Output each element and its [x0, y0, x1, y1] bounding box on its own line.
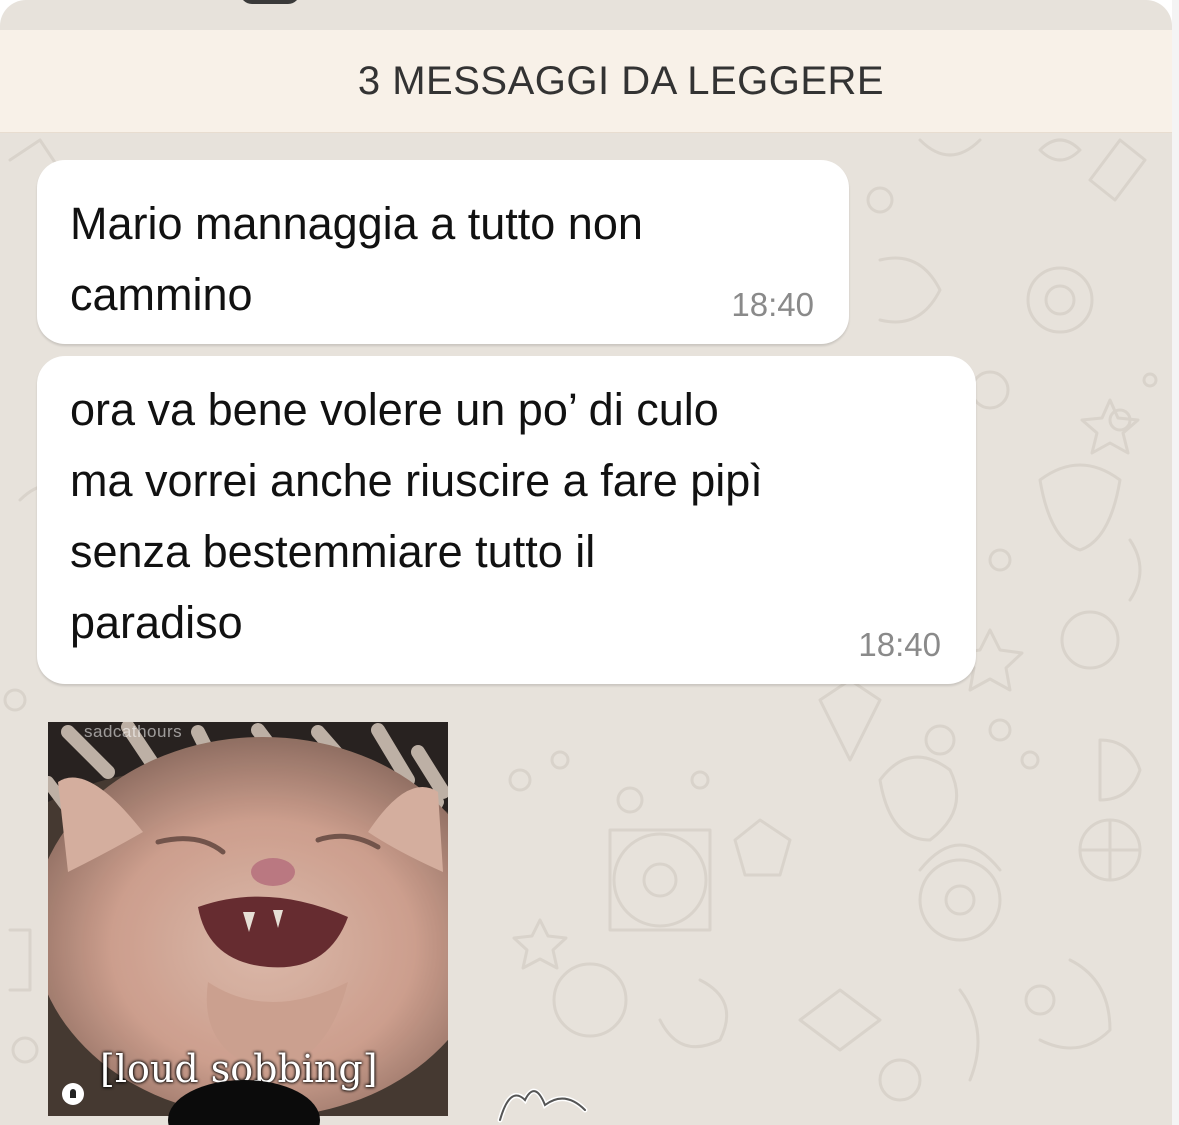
message-timestamp: 18:40 — [731, 286, 814, 323]
message-bubble[interactable]: Mario mannaggia a tutto non cammino 18:4… — [37, 160, 849, 344]
gif-message[interactable]: sadcathours [loud sobbing] — [48, 722, 448, 1116]
sticker-doodle-icon — [497, 1088, 588, 1123]
screen-right-edge — [1172, 0, 1179, 1125]
top-device-edge — [240, 0, 300, 4]
unread-messages-banner: 3 MESSAGGI DA LEGGERE — [0, 30, 1172, 133]
message-text: ora va bene volere un po’ di culo ma vor… — [70, 384, 763, 648]
gif-watermark: sadcathours — [84, 722, 183, 741]
message-timestamp: 18:40 — [858, 626, 941, 663]
message-text: Mario mannaggia a tutto non cammino — [70, 198, 643, 320]
chat-area[interactable]: 3 MESSAGGI DA LEGGERE Mario mannaggia a … — [0, 0, 1172, 1125]
sender-avatar-icon — [62, 1083, 84, 1105]
message-bubble[interactable]: ora va bene volere un po’ di culo ma vor… — [37, 356, 976, 684]
unread-messages-label: 3 MESSAGGI DA LEGGERE — [357, 58, 885, 103]
